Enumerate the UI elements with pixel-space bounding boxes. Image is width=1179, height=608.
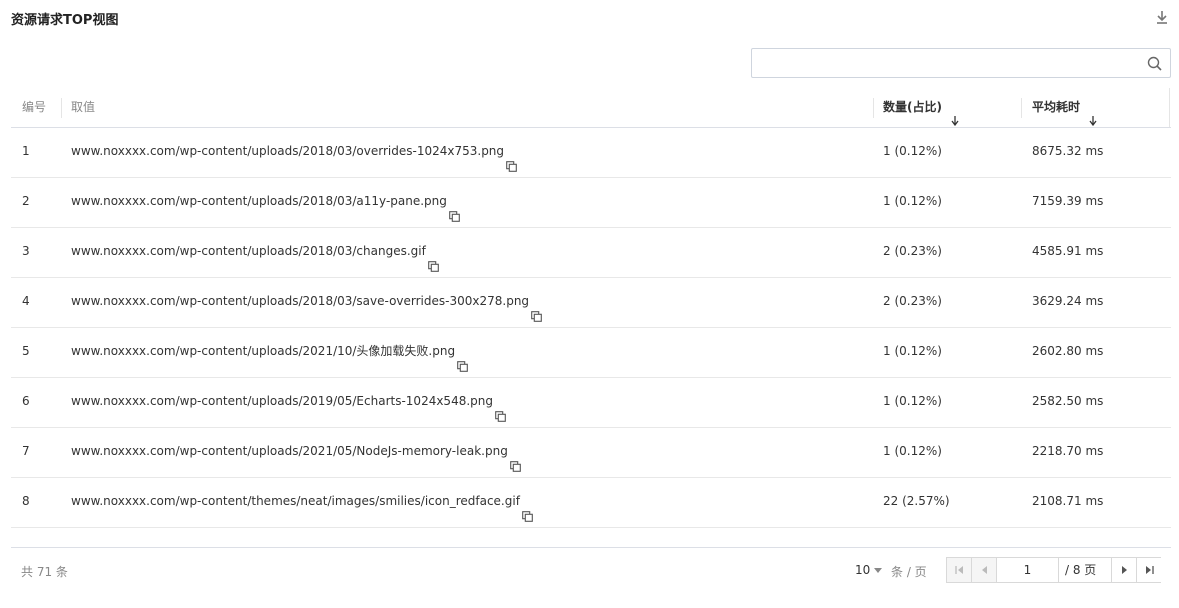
cell-value-text: www.noxxxx.com/wp-content/uploads/2021/1…: [71, 344, 456, 358]
cell-value-text: www.noxxxx.com/wp-content/uploads/2018/0…: [71, 144, 505, 158]
total-count: 共 71 条: [21, 565, 68, 579]
cell-index: 1: [22, 144, 30, 158]
table-row: 8 www.noxxxx.com/wp-content/themes/neat/…: [11, 478, 1171, 528]
cell-value: www.noxxxx.com/wp-content/uploads/2021/1…: [71, 328, 468, 377]
cell-value-text: www.noxxxx.com/wp-content/uploads/2018/0…: [71, 294, 530, 308]
cell-count: 2 (0.23%): [883, 244, 942, 258]
cell-avg-time: 3629.24 ms: [1032, 294, 1104, 308]
cell-index: 8: [22, 494, 30, 508]
copy-icon[interactable]: [457, 345, 468, 372]
cell-value: www.noxxxx.com/wp-content/uploads/2018/0…: [71, 178, 460, 227]
cell-value: www.noxxxx.com/wp-content/uploads/2018/0…: [71, 128, 517, 177]
cell-avg-time: 2602.80 ms: [1032, 344, 1104, 358]
cell-avg-time: 2218.70 ms: [1032, 444, 1104, 458]
column-separator: [61, 98, 62, 118]
cell-count: 1 (0.12%): [883, 394, 942, 408]
table-row: 7 www.noxxxx.com/wp-content/uploads/2021…: [11, 428, 1171, 478]
column-header-avg-time[interactable]: 平均耗时: [1021, 88, 1170, 127]
table-row: 5 www.noxxxx.com/wp-content/uploads/2021…: [11, 328, 1171, 378]
copy-icon[interactable]: [509, 445, 521, 472]
resource-table: 编号 取值 数量(占比) 平均耗时 1 www.noxxxx.com/wp-co…: [11, 88, 1171, 548]
prev-page-icon: [982, 566, 987, 574]
table-header: 编号 取值 数量(占比) 平均耗时: [11, 88, 1171, 128]
column-header-count[interactable]: 数量(占比): [873, 88, 1021, 127]
cell-avg-time: 7159.39 ms: [1032, 194, 1104, 208]
cell-value-text: www.noxxxx.com/wp-content/uploads/2019/0…: [71, 394, 493, 408]
cell-count: 1 (0.12%): [883, 344, 942, 358]
cell-index: 5: [22, 344, 30, 358]
cell-avg-time: 2108.71 ms: [1032, 494, 1104, 508]
prev-page-button[interactable]: [972, 558, 997, 582]
cell-count: 2 (0.23%): [883, 294, 942, 308]
total-pages: / 8 页: [1065, 563, 1097, 577]
column-separator: [1021, 98, 1022, 118]
column-header-value: 取值: [61, 88, 871, 127]
cell-value-text: www.noxxxx.com/wp-content/uploads/2018/0…: [71, 244, 426, 258]
cell-avg-time: 2582.50 ms: [1032, 394, 1104, 408]
page-size-select[interactable]: 10: [855, 563, 883, 577]
cell-index: 2: [22, 194, 30, 208]
column-header-index: 编号: [22, 100, 47, 114]
table-body: 1 www.noxxxx.com/wp-content/uploads/2018…: [11, 128, 1171, 528]
cell-value: www.noxxxx.com/wp-content/uploads/2018/0…: [71, 278, 542, 327]
table-row: 6 www.noxxxx.com/wp-content/uploads/2019…: [11, 378, 1171, 428]
cell-index: 4: [22, 294, 30, 308]
panel-title: 资源请求TOP视图: [11, 13, 119, 28]
search-icon[interactable]: [1147, 56, 1162, 71]
cell-value: www.noxxxx.com/wp-content/uploads/2019/0…: [71, 378, 506, 427]
cell-count: 1 (0.12%): [883, 144, 942, 158]
first-page-icon: [955, 566, 963, 574]
download-icon[interactable]: [1155, 10, 1169, 26]
first-page-button[interactable]: [947, 558, 972, 582]
cell-index: 6: [22, 394, 30, 408]
pagination: / 8 页: [946, 557, 1161, 583]
column-header-avg-time-label: 平均耗时: [1032, 100, 1081, 114]
copy-icon[interactable]: [506, 145, 517, 172]
table-row: 1 www.noxxxx.com/wp-content/uploads/2018…: [11, 128, 1171, 178]
cell-value: www.noxxxx.com/wp-content/themes/neat/im…: [71, 478, 533, 527]
column-separator: [873, 98, 874, 118]
search-input[interactable]: [753, 50, 1133, 76]
last-page-icon: [1146, 566, 1154, 574]
last-page-button[interactable]: [1136, 558, 1161, 582]
cell-index: 7: [22, 444, 30, 458]
cell-avg-time: 8675.32 ms: [1032, 144, 1104, 158]
table-row: 2 www.noxxxx.com/wp-content/uploads/2018…: [11, 178, 1171, 228]
copy-icon[interactable]: [449, 195, 460, 222]
cell-avg-time: 4585.91 ms: [1032, 244, 1104, 258]
page-size-value: 10: [855, 563, 871, 577]
copy-icon[interactable]: [495, 395, 506, 422]
footer-divider: [11, 547, 1171, 548]
cell-index: 3: [22, 244, 30, 258]
table-row: 4 www.noxxxx.com/wp-content/uploads/2018…: [11, 278, 1171, 328]
column-header-value-label: 取值: [71, 100, 96, 114]
table-row: 3 www.noxxxx.com/wp-content/uploads/2018…: [11, 228, 1171, 278]
resource-top-view-panel: 资源请求TOP视图 编号 取值 数量(占比) 平均耗时 1 www.noxxxx…: [0, 0, 1179, 608]
cell-value-text: www.noxxxx.com/wp-content/uploads/2021/0…: [71, 444, 508, 458]
column-header-count-label: 数量(占比): [883, 100, 942, 114]
current-page-input[interactable]: [997, 558, 1059, 582]
next-page-button[interactable]: [1111, 558, 1136, 582]
cell-value: www.noxxxx.com/wp-content/uploads/2018/0…: [71, 228, 439, 277]
cell-value: www.noxxxx.com/wp-content/uploads/2021/0…: [71, 428, 521, 477]
caret-down-icon: [874, 568, 883, 573]
cell-count: 22 (2.57%): [883, 494, 950, 508]
search-box: [751, 48, 1171, 78]
sort-down-icon[interactable]: [951, 103, 959, 126]
column-separator: [1169, 88, 1170, 127]
cell-value-text: www.noxxxx.com/wp-content/uploads/2018/0…: [71, 194, 447, 208]
sort-down-icon[interactable]: [1089, 103, 1097, 126]
per-page-label: 条 / 页: [891, 565, 927, 579]
cell-value-text: www.noxxxx.com/wp-content/themes/neat/im…: [71, 494, 520, 508]
copy-icon[interactable]: [531, 295, 542, 322]
copy-icon[interactable]: [522, 495, 533, 522]
next-page-icon: [1122, 566, 1127, 574]
cell-count: 1 (0.12%): [883, 444, 942, 458]
copy-icon[interactable]: [427, 245, 439, 272]
cell-count: 1 (0.12%): [883, 194, 942, 208]
